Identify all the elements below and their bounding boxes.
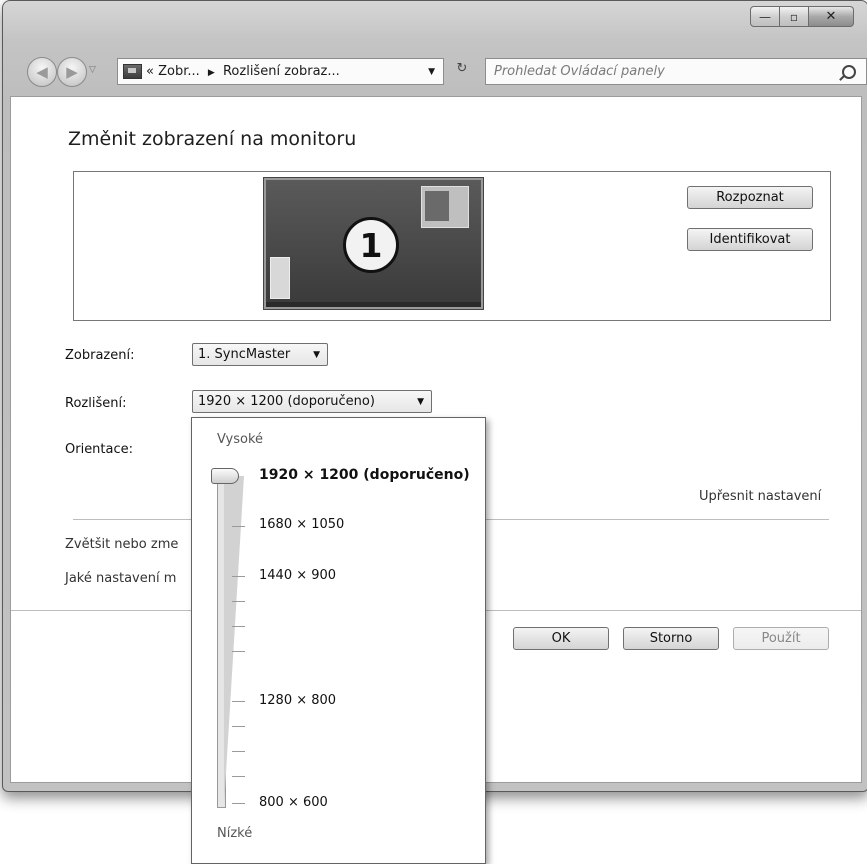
caption-buttons: — ▫ ✕ <box>750 6 854 27</box>
maximize-button[interactable]: ▫ <box>780 6 809 27</box>
refresh-icon[interactable]: ↻ <box>449 61 475 81</box>
resolution-option[interactable]: 800 × 600 <box>259 795 328 810</box>
preview-start-menu-icon <box>270 257 290 299</box>
breadcrumb-overflow[interactable]: « <box>146 64 154 79</box>
resolution-option[interactable]: 1280 × 800 <box>259 693 336 708</box>
advanced-settings-link[interactable]: Upřesnit nastavení <box>699 489 821 504</box>
ok-button[interactable]: OK <box>513 627 609 650</box>
enlarge-text-link[interactable]: Zvětšit nebo zme <box>65 537 178 552</box>
resolution-label: Rozlišení: <box>65 396 127 411</box>
recent-pages-icon[interactable]: ▽ <box>89 65 96 75</box>
back-arrow-icon: ◀ <box>36 63 48 81</box>
slider-tick <box>232 601 245 602</box>
slider-tick <box>232 726 245 727</box>
slider-tick <box>232 751 245 752</box>
breadcrumb: « Zobr... ▶ Rozlišení zobraz... <box>146 64 340 79</box>
breadcrumb-item-display[interactable]: Zobr... <box>158 64 200 79</box>
slider-tick <box>232 526 245 527</box>
close-button[interactable]: ✕ <box>809 6 854 27</box>
which-settings-link[interactable]: Jaké nastavení m <box>65 571 176 586</box>
chevron-down-icon: ▼ <box>313 349 320 360</box>
control-panel-icon <box>123 64 142 79</box>
resolution-option[interactable]: 1680 × 1050 <box>259 517 344 532</box>
monitor-number-badge: 1 <box>343 217 399 273</box>
forward-button[interactable]: ▶ <box>57 57 87 87</box>
slider-tick <box>232 803 245 804</box>
breadcrumb-item-resolution[interactable]: Rozlišení zobraz... <box>223 64 340 79</box>
search-icon[interactable] <box>842 64 856 79</box>
slider-tick <box>232 701 245 702</box>
preview-window-icon <box>421 186 469 228</box>
display-label: Zobrazení: <box>65 348 135 363</box>
resolution-select-value: 1920 × 1200 (doporučeno) <box>198 394 375 409</box>
display-select-value: 1. SyncMaster <box>198 347 291 362</box>
resolution-dropdown: Vysoké 1920 × 1200 (doporučeno) 1680 × 1… <box>191 417 486 864</box>
display-select[interactable]: 1. SyncMaster ▼ <box>192 343 328 366</box>
preview-taskbar <box>266 302 481 307</box>
resolution-select[interactable]: 1920 × 1200 (doporučeno) ▼ <box>192 390 432 413</box>
navigation-bar: ◀ ▶ ▽ « Zobr... ▶ Rozlišení zobraz... ▼ … <box>3 53 867 93</box>
chevron-right-icon[interactable]: ▶ <box>208 68 215 78</box>
monitor-thumbnail[interactable]: 1 <box>264 178 483 309</box>
search-input[interactable]: Prohledat Ovládací panely <box>485 58 867 85</box>
search-placeholder: Prohledat Ovládací panely <box>494 64 665 79</box>
slider-tick <box>232 576 245 577</box>
forward-arrow-icon: ▶ <box>66 63 78 81</box>
chevron-down-icon: ▼ <box>417 396 424 407</box>
minimize-button[interactable]: — <box>750 6 780 27</box>
address-bar[interactable]: « Zobr... ▶ Rozlišení zobraz... ▼ <box>117 58 444 85</box>
apply-button[interactable]: Použít <box>733 627 829 650</box>
monitor-preview-area: 1 Rozpoznat Identifikovat <box>73 171 831 321</box>
detect-button[interactable]: Rozpoznat <box>687 186 813 209</box>
back-button[interactable]: ◀ <box>27 57 57 87</box>
slider-tick <box>232 776 245 777</box>
high-label: Vysoké <box>217 432 264 447</box>
page-title: Změnit zobrazení na monitoru <box>68 128 357 150</box>
resolution-slider-thumb[interactable] <box>211 468 239 484</box>
resolution-option[interactable]: 1920 × 1200 (doporučeno) <box>259 467 470 483</box>
cancel-button[interactable]: Storno <box>623 627 719 650</box>
identify-button[interactable]: Identifikovat <box>687 228 813 251</box>
orientation-label: Orientace: <box>65 442 134 457</box>
slider-tick <box>232 651 245 652</box>
low-label: Nízké <box>217 826 253 841</box>
resolution-option[interactable]: 1440 × 900 <box>259 568 336 583</box>
chevron-down-icon[interactable]: ▼ <box>428 67 435 77</box>
slider-tick <box>232 626 245 627</box>
